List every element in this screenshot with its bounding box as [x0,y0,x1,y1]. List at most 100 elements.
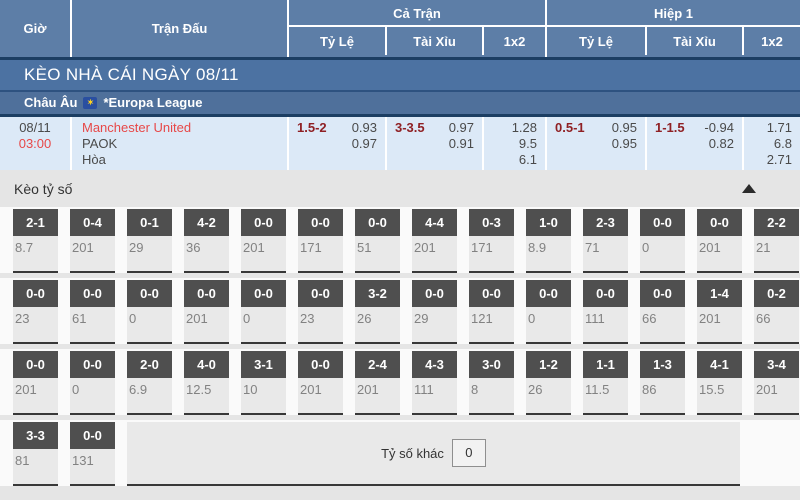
odds-table-header: Giờ Trận Đấu Cả Trận Tỷ Lệ Tài Xỉu 1x2 H… [0,0,800,57]
score-label: 0-0 [412,280,457,307]
score-option[interactable]: 1-4201 [697,280,742,344]
score-option[interactable]: 3-226 [355,280,400,344]
score-row: 3-3810-0131 Tỷ số khác 0 [0,420,800,486]
score-option[interactable]: 3-381 [13,422,58,486]
score-odds: 201 [70,236,115,255]
fh-1x2-away: 6.8 [774,136,792,152]
fh-overunder-cell[interactable]: 1-1.5-0.94 0.82 [645,117,742,170]
score-option[interactable]: 0-0171 [298,209,343,273]
ft-1x2-draw: 6.1 [519,152,537,168]
score-option[interactable]: 2-18.7 [13,209,58,273]
score-option[interactable]: 0-0131 [70,422,115,486]
score-option[interactable]: 2-371 [583,209,628,273]
ft-over-odds: 0.97 [449,120,474,136]
score-option[interactable]: 3-110 [241,351,286,415]
match-kickoff-time: 03:00 [0,136,70,152]
home-team-link[interactable]: Manchester United [82,120,287,136]
score-odds: 29 [127,236,172,255]
score-option[interactable]: 4-012.5 [184,351,229,415]
score-label: 0-4 [70,209,115,236]
page-title: KÈO NHÀ CÁI NGÀY 08/11 [0,60,800,90]
fh-1x2-home: 1.71 [767,120,792,136]
league-bar[interactable]: Châu Âu ✶ *Europa League [0,92,800,114]
header-match: Trận Đấu [70,0,287,57]
score-option[interactable]: 0-00 [241,280,286,344]
score-option[interactable]: 0-00 [70,351,115,415]
score-label: 2-1 [13,209,58,236]
other-score-input[interactable]: 0 [452,439,486,467]
fh-handicap-cell[interactable]: 0.5-10.95 0.95 [545,117,645,170]
ft-handicap-cell[interactable]: 1.5-20.93 0.97 [287,117,385,170]
score-odds: 10 [241,378,286,397]
score-option[interactable]: 2-4201 [355,351,400,415]
score-option[interactable]: 0-0201 [298,351,343,415]
score-label: 0-0 [241,280,286,307]
score-option[interactable]: 0-0121 [469,280,514,344]
score-odds: 0 [526,307,571,326]
ft-1x2-cell[interactable]: 1.28 9.5 6.1 [482,117,545,170]
score-option[interactable]: 4-4201 [412,209,457,273]
score-label: 0-0 [70,280,115,307]
score-odds: 11.5 [583,378,628,397]
score-option[interactable]: 0-00 [640,209,685,273]
header-group-firsthalf: Hiệp 1 Tỷ Lệ Tài Xỉu 1x2 [545,0,800,57]
score-option[interactable]: 0-051 [355,209,400,273]
score-label: 3-0 [469,351,514,378]
score-option[interactable]: 0-0201 [241,209,286,273]
fh-handicap-line: 0.5-1 [555,120,585,136]
match-time-cell: 08/11 03:00 [0,117,70,170]
fh-under-odds: 0.82 [709,136,734,152]
score-label: 0-0 [13,351,58,378]
score-option[interactable]: 2-06.9 [127,351,172,415]
score-odds: 6.9 [127,378,172,397]
score-option[interactable]: 3-08 [469,351,514,415]
score-option[interactable]: 0-061 [70,280,115,344]
ft-overunder-line: 3-3.5 [395,120,425,136]
match-teams-cell: Manchester United PAOK Hòa [70,117,287,170]
score-label: 0-0 [298,280,343,307]
score-section-title: Kèo tỷ số [14,181,72,197]
score-odds: 12.5 [184,378,229,397]
score-label: 3-1 [241,351,286,378]
score-option[interactable]: 2-221 [754,209,799,273]
score-option[interactable]: 1-386 [640,351,685,415]
score-option[interactable]: 0-129 [127,209,172,273]
ft-under-odds: 0.91 [449,136,474,152]
score-section-header: Kèo tỷ số [0,170,800,207]
score-odds: 111 [583,307,628,326]
score-odds: 8.9 [526,236,571,255]
match-date: 08/11 [0,120,70,136]
score-option[interactable]: 0-0201 [13,351,58,415]
score-option[interactable]: 3-4201 [754,351,799,415]
score-odds: 66 [640,307,685,326]
score-option[interactable]: 1-08.9 [526,209,571,273]
score-label: 0-0 [298,209,343,236]
score-option[interactable]: 1-226 [526,351,571,415]
score-option[interactable]: 0-0111 [583,280,628,344]
ft-overunder-cell[interactable]: 3-3.5 0.97 0.91 [385,117,482,170]
score-option[interactable]: 4-3111 [412,351,457,415]
score-option[interactable]: 0-023 [298,280,343,344]
score-option[interactable]: 0-3171 [469,209,514,273]
score-option[interactable]: 0-023 [13,280,58,344]
score-option[interactable]: 0-4201 [70,209,115,273]
score-option[interactable]: 1-111.5 [583,351,628,415]
score-option[interactable]: 0-00 [526,280,571,344]
header-firsthalf-label: Hiệp 1 [547,0,800,27]
score-option[interactable]: 0-00 [127,280,172,344]
score-label: 2-3 [583,209,628,236]
score-option[interactable]: 4-236 [184,209,229,273]
triangle-up-icon[interactable] [742,184,756,193]
score-option[interactable]: 0-066 [640,280,685,344]
score-option[interactable]: 4-115.5 [697,351,742,415]
fh-handicap-away-odds: 0.95 [612,136,637,152]
fh-over-odds: -0.94 [704,120,734,136]
score-option[interactable]: 0-266 [754,280,799,344]
fh-1x2-cell[interactable]: 1.71 6.8 2.71 [742,117,800,170]
score-option[interactable]: 0-029 [412,280,457,344]
score-option[interactable]: 0-0201 [697,209,742,273]
fh-1x2-draw: 2.71 [767,152,792,168]
score-odds: 201 [184,307,229,326]
score-option[interactable]: 0-0201 [184,280,229,344]
score-label: 0-0 [184,280,229,307]
